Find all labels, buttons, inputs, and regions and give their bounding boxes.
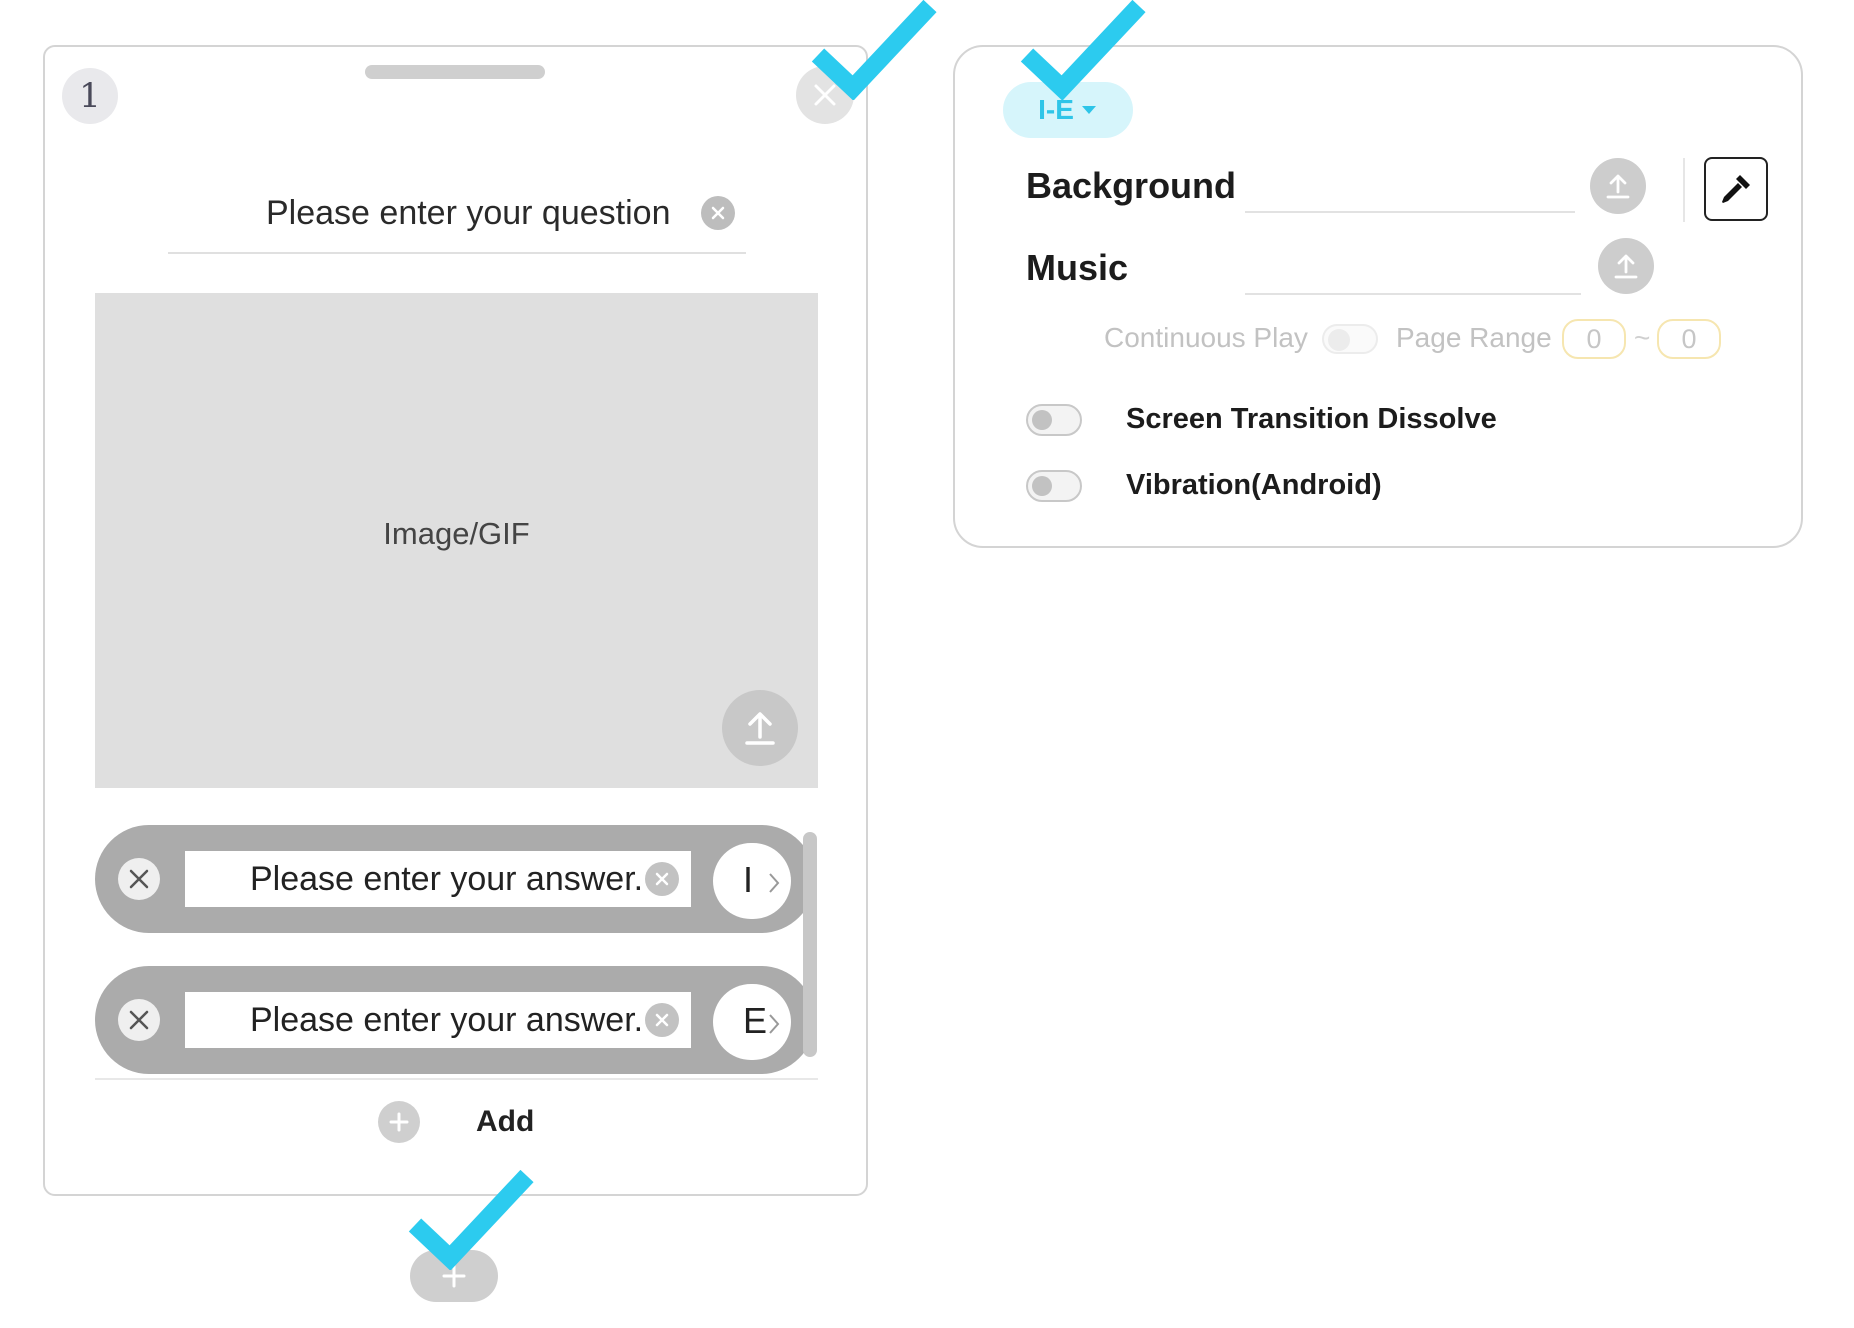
music-label: Music bbox=[1026, 247, 1129, 288]
continuous-play-toggle[interactable] bbox=[1322, 324, 1378, 354]
clear-answer-button[interactable] bbox=[645, 1003, 679, 1037]
add-answer-button[interactable]: Add bbox=[378, 1099, 578, 1149]
answer-input[interactable]: Please enter your answer. bbox=[185, 992, 691, 1048]
screen-transition-dissolve-toggle[interactable] bbox=[1026, 404, 1082, 436]
toggle-knob bbox=[1328, 329, 1350, 351]
answer-type-letter: I bbox=[743, 859, 754, 900]
answer-placeholder: Please enter your answer. bbox=[250, 1001, 644, 1039]
close-icon bbox=[129, 1010, 149, 1030]
background-label: Background bbox=[1026, 165, 1237, 206]
answer-placeholder: Please enter your answer. bbox=[250, 860, 644, 898]
page-range-from-input[interactable]: 0 bbox=[1562, 319, 1626, 359]
continuous-play-label: Continuous Play bbox=[1104, 322, 1308, 353]
checkmark-icon bbox=[1020, 0, 1146, 100]
plus-icon bbox=[378, 1101, 420, 1143]
screen-transition-dissolve-label: Screen Transition Dissolve bbox=[1126, 403, 1497, 435]
page-range-separator: ~ bbox=[1634, 322, 1651, 353]
checkmark-icon bbox=[811, 0, 937, 100]
background-file-field[interactable] bbox=[1245, 211, 1575, 213]
question-input[interactable]: Please enter your question bbox=[168, 180, 746, 254]
answer-row: Please enter your answer. I bbox=[95, 825, 815, 933]
divider bbox=[1683, 158, 1685, 222]
vibration-label: Vibration(Android) bbox=[1126, 469, 1382, 501]
answer-input[interactable]: Please enter your answer. bbox=[185, 851, 691, 907]
page-range-label: Page Range bbox=[1396, 322, 1552, 353]
image-upload-button[interactable] bbox=[722, 690, 798, 766]
chevron-right-icon bbox=[769, 873, 780, 893]
clear-icon bbox=[655, 872, 669, 886]
upload-icon bbox=[745, 712, 775, 745]
answer-type-selector[interactable]: E bbox=[713, 984, 791, 1060]
clear-answer-button[interactable] bbox=[645, 862, 679, 896]
page-number-badge: 1 bbox=[62, 68, 118, 124]
add-answer-label: Add bbox=[476, 1105, 535, 1138]
clear-icon bbox=[711, 206, 725, 220]
vibration-toggle[interactable] bbox=[1026, 470, 1082, 502]
page-range-to-input[interactable]: 0 bbox=[1657, 319, 1721, 359]
toggle-knob bbox=[1032, 410, 1052, 430]
toggle-knob bbox=[1032, 476, 1052, 496]
color-picker-button[interactable] bbox=[1704, 157, 1768, 221]
upload-icon bbox=[1606, 174, 1630, 199]
image-gif-label: Image/GIF bbox=[383, 516, 530, 551]
remove-answer-button[interactable] bbox=[118, 858, 160, 900]
music-file-field[interactable] bbox=[1245, 293, 1581, 295]
answer-row: Please enter your answer. E bbox=[95, 966, 815, 1074]
drag-handle[interactable] bbox=[365, 65, 545, 79]
close-icon bbox=[129, 869, 149, 889]
answers-scrollbar[interactable] bbox=[803, 832, 817, 1057]
checkmark-icon bbox=[408, 1170, 534, 1270]
answer-type-selector[interactable]: I bbox=[713, 843, 791, 919]
background-upload-button[interactable] bbox=[1590, 158, 1646, 214]
clear-icon bbox=[655, 1013, 669, 1027]
chevron-right-icon bbox=[769, 1014, 780, 1034]
eyedropper-icon bbox=[1722, 175, 1750, 203]
upload-icon bbox=[1614, 254, 1638, 279]
music-upload-button[interactable] bbox=[1598, 238, 1654, 294]
answer-type-letter: E bbox=[743, 1000, 768, 1041]
answers-list: Please enter your answer. I Please enter… bbox=[95, 822, 818, 1080]
question-placeholder: Please enter your question bbox=[266, 194, 671, 232]
caret-down-icon bbox=[1081, 106, 1096, 114]
clear-question-button[interactable] bbox=[701, 196, 735, 230]
remove-answer-button[interactable] bbox=[118, 999, 160, 1041]
image-drop-area[interactable]: Image/GIF bbox=[95, 293, 818, 788]
